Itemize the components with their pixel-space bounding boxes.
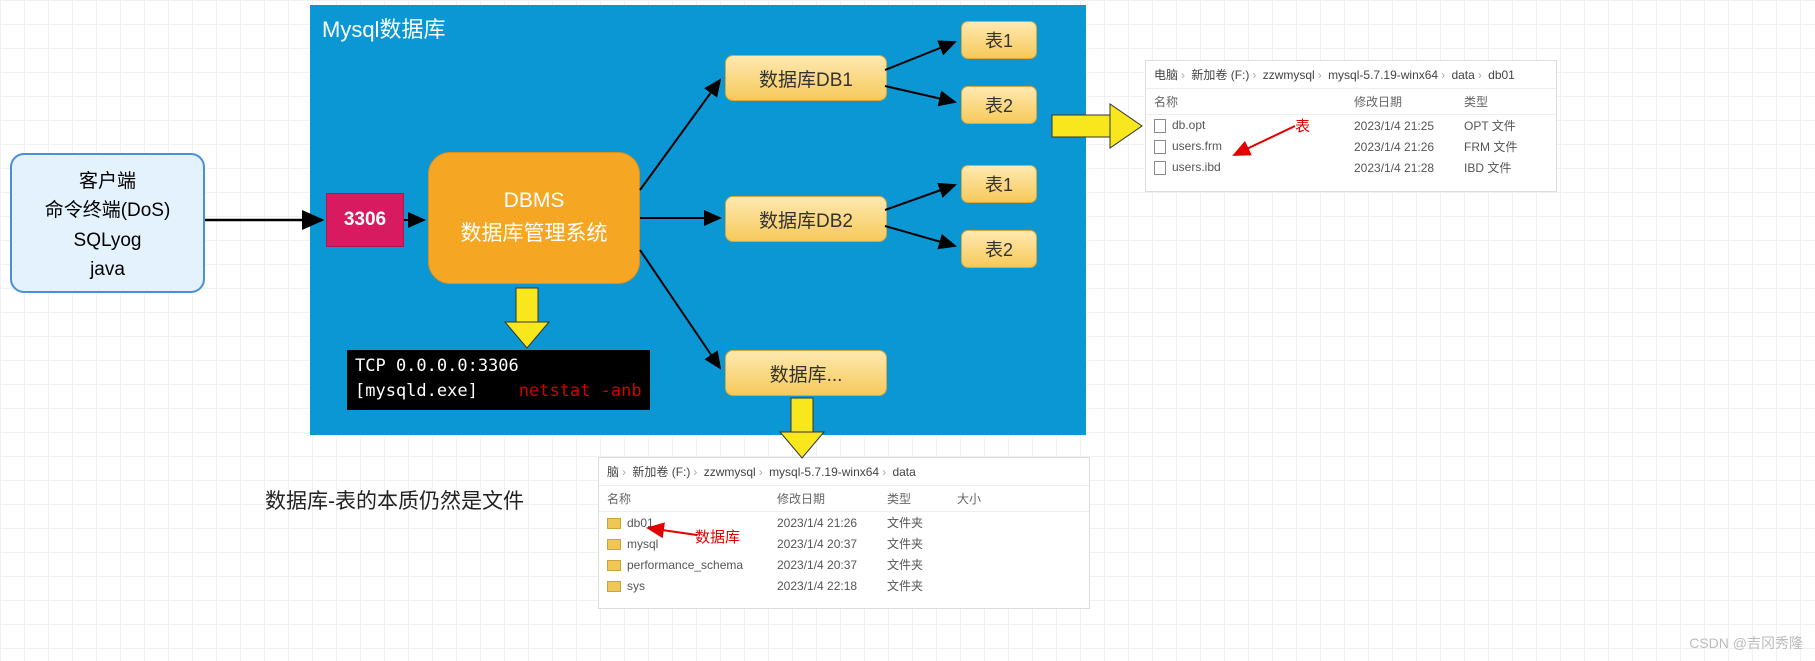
- client-line1: 客户端: [18, 167, 197, 196]
- dbms-line1: DBMS: [504, 185, 565, 218]
- table2-b-box: 表2: [961, 230, 1037, 268]
- dbms-line2: 数据库管理系统: [461, 218, 608, 251]
- table2-a-box: 表2: [961, 86, 1037, 124]
- annotation-table: 表: [1295, 115, 1310, 136]
- breadcrumb: 电脑› 新加卷 (F:)› zzwmysql› mysql-5.7.19-win…: [1146, 61, 1556, 89]
- file-explorer-tables: 电脑› 新加卷 (F:)› zzwmysql› mysql-5.7.19-win…: [1145, 60, 1557, 192]
- client-line2: 命令终端(DoS): [18, 196, 197, 225]
- watermark: CSDN @吉冈秀隆: [1689, 633, 1803, 653]
- dbms-box: DBMS 数据库管理系统: [428, 152, 640, 284]
- table1-a-box: 表1: [961, 21, 1037, 59]
- port-3306-box: 3306: [326, 193, 404, 247]
- table-row: users.frm2023/1/4 21:26FRM 文件: [1146, 136, 1556, 157]
- folder-icon: [607, 518, 621, 529]
- terminal-line2: [mysqld.exe] netstat -anb: [355, 379, 642, 404]
- diagram-canvas: 客户端 命令终端(DoS) SQLyog java Mysql数据库 3306 …: [0, 0, 1815, 661]
- table-row: mysql2023/1/4 20:37文件夹: [599, 533, 1089, 554]
- breadcrumb: 脑› 新加卷 (F:)› zzwmysql› mysql-5.7.19-winx…: [599, 458, 1089, 486]
- folder-icon: [607, 560, 621, 571]
- file-explorer-databases: 脑› 新加卷 (F:)› zzwmysql› mysql-5.7.19-winx…: [598, 457, 1090, 609]
- file-icon: [1154, 140, 1166, 154]
- client-box: 客户端 命令终端(DoS) SQLyog java: [10, 153, 205, 293]
- table-row: performance_schema2023/1/4 20:37文件夹: [599, 554, 1089, 575]
- file-icon: [1154, 119, 1166, 133]
- table1-b-box: 表1: [961, 165, 1037, 203]
- database-db3-box: 数据库...: [725, 350, 887, 396]
- file-list-header: 名称 修改日期 类型: [1146, 89, 1556, 115]
- file-list-header: 名称 修改日期 类型 大小: [599, 486, 1089, 512]
- table-row: db012023/1/4 21:26文件夹: [599, 512, 1089, 533]
- terminal-line1: TCP 0.0.0.0:3306: [355, 354, 642, 379]
- annotation-database: 数据库: [695, 526, 740, 547]
- table-row: db.opt2023/1/4 21:25OPT 文件: [1146, 115, 1556, 136]
- file-icon: [1154, 161, 1166, 175]
- database-db1-box: 数据库DB1: [725, 55, 887, 101]
- folder-icon: [607, 581, 621, 592]
- mysql-title: Mysql数据库: [322, 12, 445, 44]
- client-line4: java: [18, 255, 197, 284]
- table-row: users.ibd2023/1/4 21:28IBD 文件: [1146, 157, 1556, 178]
- essence-caption: 数据库-表的本质仍然是文件: [265, 485, 524, 515]
- database-db2-box: 数据库DB2: [725, 196, 887, 242]
- client-line3: SQLyog: [18, 226, 197, 255]
- netstat-terminal: TCP 0.0.0.0:3306 [mysqld.exe] netstat -a…: [347, 350, 650, 410]
- folder-icon: [607, 539, 621, 550]
- table-row: sys2023/1/4 22:18文件夹: [599, 575, 1089, 596]
